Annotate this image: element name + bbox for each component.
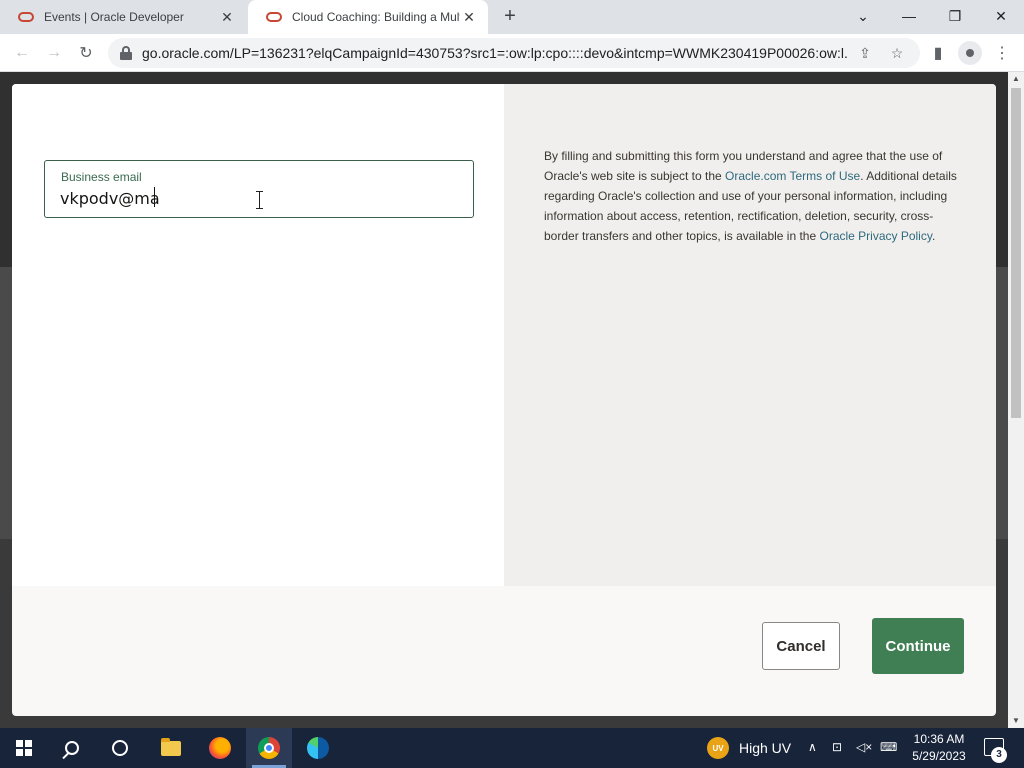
side-panel-icon[interactable]: ▮ — [926, 41, 950, 65]
folder-icon — [161, 737, 181, 756]
close-tab-icon[interactable]: ✕ — [218, 9, 236, 26]
tab-search-icon[interactable]: ⌄ — [840, 0, 886, 32]
privacy-policy-link[interactable]: Oracle Privacy Policy — [819, 229, 931, 243]
edge-icon — [307, 737, 329, 759]
legal-notice: By filling and submitting this form you … — [544, 146, 964, 246]
forward-arrow-icon[interactable]: → — [42, 41, 66, 65]
url-text[interactable]: go.oracle.com/LP=136231?elqCampaignId=43… — [142, 45, 847, 61]
edge-button[interactable] — [295, 728, 341, 768]
vertical-scrollbar[interactable]: ▲ ▼ — [1008, 72, 1024, 728]
weather-text[interactable]: High UV — [739, 740, 791, 756]
firefox-button[interactable] — [197, 728, 243, 768]
scroll-up-arrow-icon[interactable]: ▲ — [1008, 72, 1024, 86]
oracle-favicon-icon — [266, 12, 282, 22]
tab-cloud-coaching[interactable]: Cloud Coaching: Building a Multi ✕ — [248, 0, 488, 34]
address-bar[interactable]: go.oracle.com/LP=136231?elqCampaignId=43… — [108, 38, 920, 68]
start-button[interactable] — [0, 728, 48, 768]
system-clock[interactable]: 10:36 AM 5/29/2023 — [904, 731, 974, 765]
menu-kebab-icon[interactable]: ⋮ — [990, 41, 1014, 65]
browser-tab-strip: Events | Oracle Developer ✕ Cloud Coachi… — [0, 0, 1024, 34]
restore-icon[interactable]: ❐ — [932, 0, 978, 32]
show-hidden-icons-chevron-icon[interactable]: ∧ — [808, 740, 817, 754]
file-explorer-button[interactable] — [148, 728, 194, 768]
terms-of-use-link[interactable]: Oracle.com Terms of Use — [725, 169, 860, 183]
cancel-button[interactable]: Cancel — [762, 622, 840, 670]
chrome-icon — [258, 737, 280, 759]
business-email-label: Business email — [61, 170, 142, 184]
back-arrow-icon[interactable]: ← — [10, 41, 34, 65]
bookmark-star-icon[interactable]: ☆ — [886, 42, 908, 64]
cortana-button[interactable] — [96, 728, 144, 768]
minimize-icon[interactable]: — — [886, 0, 932, 32]
volume-muted-icon[interactable]: ◁× — [856, 740, 872, 754]
form-panel: Business email — [12, 84, 504, 586]
keyboard-icon[interactable]: ⌨ — [880, 740, 897, 754]
scrollbar-thumb[interactable] — [1011, 88, 1021, 418]
notification-count-badge: 3 — [991, 747, 1007, 763]
clock-time: 10:36 AM — [913, 732, 965, 746]
share-icon[interactable]: ⇪ — [854, 42, 876, 64]
cortana-icon — [112, 740, 128, 756]
tab-title: Events | Oracle Developer — [44, 10, 184, 24]
close-tab-icon[interactable]: ✕ — [460, 9, 478, 26]
oracle-favicon-icon — [18, 12, 34, 22]
tab-events-oracle-developer[interactable]: Events | Oracle Developer ✕ — [0, 0, 246, 34]
search-icon — [65, 741, 79, 755]
clock-date: 5/29/2023 — [912, 749, 966, 763]
reload-icon[interactable]: ↻ — [74, 41, 98, 65]
chrome-button[interactable] — [246, 728, 292, 768]
business-email-field[interactable]: Business email — [44, 160, 474, 218]
browser-toolbar: ← → ↻ go.oracle.com/LP=136231?elqCampaig… — [0, 34, 1024, 72]
legal-panel: By filling and submitting this form you … — [504, 84, 996, 586]
lock-icon[interactable] — [120, 46, 132, 60]
text-caret — [154, 187, 155, 207]
ibeam-cursor-icon — [255, 191, 264, 209]
close-window-icon[interactable]: ✕ — [978, 0, 1024, 32]
windows-logo-icon — [16, 740, 32, 756]
tab-title: Cloud Coaching: Building a Multi — [292, 10, 460, 24]
scroll-down-arrow-icon[interactable]: ▼ — [1008, 714, 1024, 728]
registration-modal: Business email By filling and submitting… — [12, 84, 996, 716]
weather-uv-icon[interactable]: UV — [707, 737, 729, 759]
windows-taskbar: UV High UV ∧ ⊡ ◁× ⌨ 10:36 AM 5/29/2023 3 — [0, 728, 1024, 768]
network-icon[interactable]: ⊡ — [832, 740, 842, 754]
profile-avatar-icon[interactable] — [958, 41, 982, 65]
new-tab-button[interactable]: + — [498, 5, 522, 29]
continue-button[interactable]: Continue — [872, 618, 964, 674]
legal-text: . — [931, 229, 936, 243]
search-button[interactable] — [48, 728, 96, 768]
firefox-icon — [209, 737, 231, 759]
